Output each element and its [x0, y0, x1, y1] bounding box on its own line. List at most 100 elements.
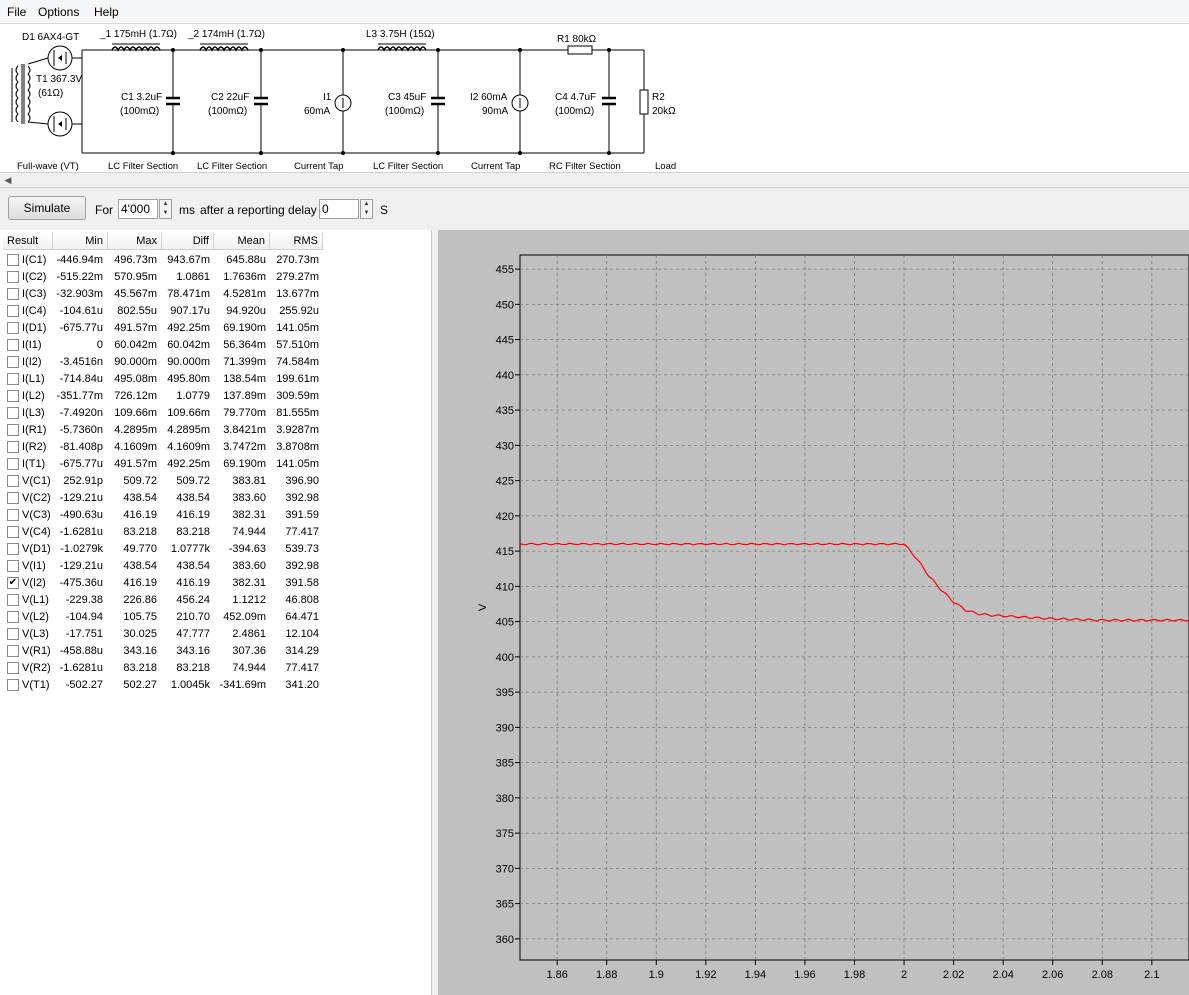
row-checkbox[interactable]	[7, 560, 19, 572]
delay-input[interactable]	[319, 199, 359, 219]
section-label: Load	[655, 161, 676, 172]
result-rms: 341.20	[285, 679, 319, 691]
row-checkbox[interactable]	[7, 543, 19, 555]
table-row[interactable]: I(R1) -5.7360n 4.2895m 4.2895m 3.8421m 3.9287…	[0, 422, 430, 439]
result-name: I(I1)	[22, 339, 42, 351]
table-row[interactable]: I(C2) -515.22m 570.95m 1.0861 1.7636m 279.27m	[0, 269, 430, 286]
delay-stepper[interactable]: ▲ ▼	[360, 199, 373, 219]
result-mean: 307.36	[232, 645, 266, 657]
result-diff: 456.24	[176, 594, 210, 606]
column-header-mean[interactable]: Mean	[214, 233, 270, 250]
table-row[interactable]: I(C3) -32.903m 45.567m 78.471m 4.5281m 13.677…	[0, 286, 430, 303]
y-tick-label: 450	[496, 299, 514, 311]
row-checkbox[interactable]	[7, 458, 19, 470]
menu-help[interactable]: Help	[94, 5, 119, 19]
table-row[interactable]: V(R1) -458.88u 343.16 343.16 307.36 314.29	[0, 643, 430, 660]
row-checkbox[interactable]	[7, 407, 19, 419]
row-checkbox[interactable]	[7, 288, 19, 300]
table-row[interactable]: I(L3) -7.4920n 109.66m 109.66m 79.770m 81.555…	[0, 405, 430, 422]
table-row[interactable]: V(C2) -129.21u 438.54 438.54 383.60 392.98	[0, 490, 430, 507]
row-checkbox[interactable]	[7, 645, 19, 657]
table-row[interactable]: V(L2) -104.94 105.75 210.70 452.09m 64.471	[0, 609, 430, 626]
result-diff: 109.66m	[167, 407, 210, 419]
table-row[interactable]: I(D1) -675.77u 491.57m 492.25m 69.190m 141.05…	[0, 320, 430, 337]
simulate-button[interactable]: Simulate	[8, 196, 86, 220]
row-checkbox[interactable]	[7, 594, 19, 606]
row-checkbox[interactable]	[7, 611, 19, 623]
column-header-max[interactable]: Max	[108, 233, 162, 250]
column-header-min[interactable]: Min	[53, 233, 108, 250]
row-checkbox[interactable]	[7, 441, 19, 453]
table-row[interactable]: I(I2) -3.4516n 90.000m 90.000m 71.399m 74.584…	[0, 354, 430, 371]
row-checkbox[interactable]	[7, 271, 19, 283]
result-mean: 69.190m	[223, 322, 266, 334]
result-max: 802.55u	[117, 305, 157, 317]
c1-esr: (100mΩ)	[120, 106, 159, 117]
duration-stepper[interactable]: ▲ ▼	[159, 199, 172, 219]
table-row[interactable]: V(C3) -490.63u 416.19 416.19 382.31 391.59	[0, 507, 430, 524]
row-checkbox[interactable]	[7, 373, 19, 385]
result-rms: 64.471	[285, 611, 319, 623]
row-checkbox[interactable]	[7, 390, 19, 402]
spin-down-icon[interactable]: ▼	[160, 209, 171, 218]
row-checkbox[interactable]	[7, 305, 19, 317]
r2-label: R2	[652, 92, 665, 103]
table-row[interactable]: V(C1) 252.91p 509.72 509.72 383.81 396.90	[0, 473, 430, 490]
voltage-plot[interactable]: 455 450 445 440 435 430 425 420 415 410 405 400 395 3…	[438, 230, 1189, 995]
table-row[interactable]: V(C4) -1.6281u 83.218 83.218 74.944 77.417	[0, 524, 430, 541]
schematic-horizontal-scrollbar[interactable]: ◀	[0, 172, 1189, 188]
table-row[interactable]: I(R2) -81.408p 4.1609m 4.1609m 3.7472m 3.8708…	[0, 439, 430, 456]
scroll-left-arrow-icon[interactable]: ◀	[0, 173, 16, 187]
table-row[interactable]: I(L1) -714.84u 495.08m 495.80m 138.54m 199.61…	[0, 371, 430, 388]
table-row[interactable]: I(I1) 0 60.042m 60.042m 56.364m 57.510m	[0, 337, 430, 354]
duration-input[interactable]	[118, 199, 158, 219]
table-row[interactable]: V(I1) -129.21u 438.54 438.54 383.60 392.98	[0, 558, 430, 575]
row-checkbox[interactable]	[7, 339, 19, 351]
c4-label: C4 4.7uF	[555, 92, 596, 103]
row-checkbox[interactable]	[7, 662, 19, 674]
row-checkbox[interactable]	[7, 526, 19, 538]
table-row[interactable]: V(L3) -17.751 30.025 47.777 2.4861 12.104	[0, 626, 430, 643]
menu-options[interactable]: Options	[38, 5, 79, 19]
result-max: 495.08m	[114, 373, 157, 385]
result-rms: 12.104	[285, 628, 319, 640]
row-checkbox[interactable]	[7, 679, 19, 691]
spin-up-icon[interactable]: ▲	[160, 200, 171, 209]
row-checkbox[interactable]: ✔	[7, 577, 19, 589]
table-row[interactable]: I(C4) -104.61u 802.55u 907.17u 94.920u 255.92…	[0, 303, 430, 320]
table-row[interactable]: V(R2) -1.6281u 83.218 83.218 74.944 77.417	[0, 660, 430, 677]
result-diff: 492.25m	[167, 322, 210, 334]
menu-file[interactable]: File	[7, 5, 26, 19]
row-checkbox[interactable]	[7, 492, 19, 504]
row-checkbox[interactable]	[7, 509, 19, 521]
result-diff: 83.218	[176, 526, 210, 538]
table-row[interactable]: V(L1) -229.38 226.86 456.24 1.1212 46.808	[0, 592, 430, 609]
result-mean: 382.31	[232, 577, 266, 589]
row-checkbox[interactable]	[7, 322, 19, 334]
result-min: -229.38	[65, 594, 103, 606]
row-checkbox[interactable]	[7, 424, 19, 436]
schematic-canvas: D1 6AX4-GT T1 367.3V (61Ω) _1 175mH (1.7…	[0, 24, 1189, 172]
section-label: LC Filter Section	[108, 161, 178, 172]
row-checkbox[interactable]	[7, 628, 19, 640]
result-mean: 645.88u	[226, 254, 266, 266]
spin-up-icon[interactable]: ▲	[361, 200, 372, 209]
table-row[interactable]: V(D1) -1.0279k 49.770 1.0777k -394.63 539.73	[0, 541, 430, 558]
row-checkbox[interactable]	[7, 254, 19, 266]
column-header-diff[interactable]: Diff	[162, 233, 214, 250]
spin-down-icon[interactable]: ▼	[361, 209, 372, 218]
result-diff: 78.471m	[167, 288, 210, 300]
row-checkbox[interactable]	[7, 475, 19, 487]
table-row[interactable]: I(T1) -675.77u 491.57m 492.25m 69.190m 141.05…	[0, 456, 430, 473]
result-diff: 4.2895m	[167, 424, 210, 436]
row-checkbox[interactable]	[7, 356, 19, 368]
table-row[interactable]: I(C1) -446.94m 496.73m 943.67m 645.88u 270.73…	[0, 252, 430, 269]
result-name: I(C4)	[22, 305, 47, 317]
menu-bar: File Options Help	[0, 0, 1189, 24]
column-header-rms[interactable]: RMS	[270, 233, 323, 250]
x-tick-label: 1.96	[794, 969, 815, 981]
table-row[interactable]: V(T1) -502.27 502.27 1.0045k -341.69m 341.20	[0, 677, 430, 694]
table-row[interactable]: ✔ V(I2) -475.36u 416.19 416.19 382.31 391.58	[0, 575, 430, 592]
column-header-result[interactable]: Result	[3, 233, 53, 250]
table-row[interactable]: I(L2) -351.77m 726.12m 1.0779 137.89m 309.59m	[0, 388, 430, 405]
